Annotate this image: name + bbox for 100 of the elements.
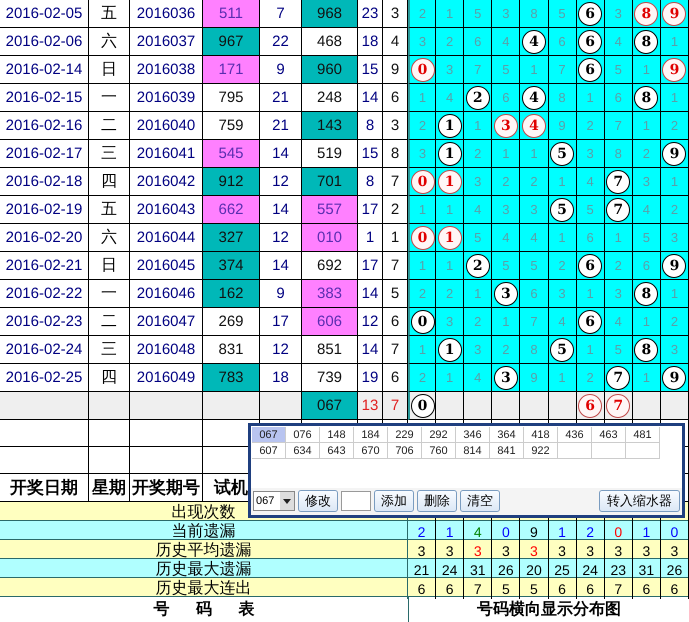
number-ball: 7: [606, 170, 630, 194]
table-cell: 2: [408, 280, 436, 308]
table-cell: 1: [464, 280, 492, 308]
transfer-button[interactable]: 转入缩水器: [599, 490, 680, 512]
table-cell: 2: [464, 308, 492, 336]
number-item[interactable]: 076: [286, 427, 320, 443]
table-cell: 1: [660, 84, 689, 112]
action-button[interactable]: 清空: [460, 490, 500, 512]
number-ball: 0: [410, 310, 435, 334]
table-cell: 967: [203, 28, 260, 56]
number-item[interactable]: 292: [422, 427, 456, 443]
table-cell: 1: [436, 252, 464, 280]
table-cell: 18: [260, 364, 302, 392]
table-cell: 2016-02-21: [0, 252, 89, 280]
table-cell: 5: [520, 252, 548, 280]
table-cell: 2: [492, 336, 520, 364]
number-ball: 6: [578, 394, 602, 418]
table-cell: 6: [660, 578, 689, 599]
number-item[interactable]: 346: [456, 427, 490, 443]
table-cell: 2: [660, 112, 689, 140]
table-cell: 2016049: [130, 364, 203, 392]
table-cell: 1: [520, 140, 548, 168]
action-button[interactable]: 添加: [374, 490, 414, 512]
number-item[interactable]: 814: [456, 443, 490, 459]
table-cell: 4: [436, 84, 464, 112]
action-button[interactable]: 删除: [417, 490, 457, 512]
table-cell: 12: [260, 224, 302, 252]
number-item[interactable]: 634: [286, 443, 320, 459]
table-cell: 6: [548, 578, 577, 599]
number-item[interactable]: 067: [252, 427, 286, 443]
table-cell: 7: [604, 578, 633, 599]
table-cell: 1: [436, 364, 464, 392]
number-ball: 1: [438, 114, 462, 138]
number-item[interactable]: 670: [354, 443, 388, 459]
table-cell: 5: [492, 56, 520, 84]
table-cell: 二: [89, 308, 130, 336]
number-ball: 8: [634, 86, 658, 110]
table-cell: 2016-02-06: [0, 28, 89, 56]
number-item[interactable]: 481: [626, 427, 660, 443]
number-ball: 0: [410, 394, 435, 418]
number-ball: 8: [634, 282, 658, 306]
table-cell: 4: [383, 28, 408, 56]
number-item[interactable]: 148: [320, 427, 354, 443]
table-cell: 1: [436, 0, 464, 28]
table-cell: 7: [464, 578, 492, 599]
table-cell: 2: [436, 280, 464, 308]
table-cell: 511: [203, 0, 260, 28]
table-cell: 248: [302, 84, 358, 112]
table-cell: 2: [632, 140, 661, 168]
number-item[interactable]: 229: [388, 427, 422, 443]
number-ball: 9: [662, 254, 686, 278]
table-cell: 6: [408, 578, 436, 599]
table-cell: 5: [548, 0, 577, 28]
table-cell: 五: [89, 196, 130, 224]
table-cell: 1: [604, 224, 633, 252]
input-field[interactable]: [341, 491, 371, 511]
table-cell: 4: [492, 28, 520, 56]
table-cell: 3: [383, 112, 408, 140]
number-item[interactable]: 184: [354, 427, 388, 443]
number-item[interactable]: 643: [320, 443, 354, 459]
table-cell: 795: [203, 84, 260, 112]
table-cell: 13: [358, 392, 383, 420]
number-item[interactable]: 760: [422, 443, 456, 459]
number-item[interactable]: 922: [524, 443, 558, 459]
table-cell: 783: [203, 364, 260, 392]
number-item[interactable]: 364: [490, 427, 524, 443]
edit-button[interactable]: 修改: [298, 490, 338, 512]
table-cell: 14: [358, 84, 383, 112]
table-cell: 8: [604, 140, 633, 168]
table-cell: 3: [604, 0, 633, 28]
table-cell: 2: [492, 168, 520, 196]
number-item[interactable]: 463: [592, 427, 626, 443]
table-cell: 2: [576, 112, 605, 140]
table-cell: 162: [203, 280, 260, 308]
table-cell: 8: [520, 336, 548, 364]
table-cell: 6: [520, 280, 548, 308]
number-item[interactable]: 418: [524, 427, 558, 443]
number-ball: 3: [494, 114, 518, 138]
table-cell: 2016-02-17: [0, 140, 89, 168]
table-cell: 2016-02-25: [0, 364, 89, 392]
number-dropdown[interactable]: 067: [253, 491, 295, 511]
table-cell: 15: [358, 140, 383, 168]
number-item[interactable]: 841: [490, 443, 524, 459]
table-cell: 19: [358, 364, 383, 392]
table-cell: 9: [260, 280, 302, 308]
number-ball: 3: [494, 366, 518, 390]
number-ball: 1: [438, 170, 462, 194]
table-cell: 7: [383, 392, 408, 420]
table-cell: 22: [260, 28, 302, 56]
number-ball: 5: [550, 338, 574, 362]
table-cell: 692: [302, 252, 358, 280]
table-cell: 1: [408, 336, 436, 364]
number-item[interactable]: 706: [388, 443, 422, 459]
number-ball: 1: [438, 338, 462, 362]
table-cell: 1: [548, 364, 577, 392]
number-item[interactable]: 607: [252, 443, 286, 459]
number-ball: 9: [662, 142, 686, 166]
table-cell: 5: [576, 196, 605, 224]
table-cell: 2: [520, 168, 548, 196]
number-item[interactable]: 436: [558, 427, 592, 443]
